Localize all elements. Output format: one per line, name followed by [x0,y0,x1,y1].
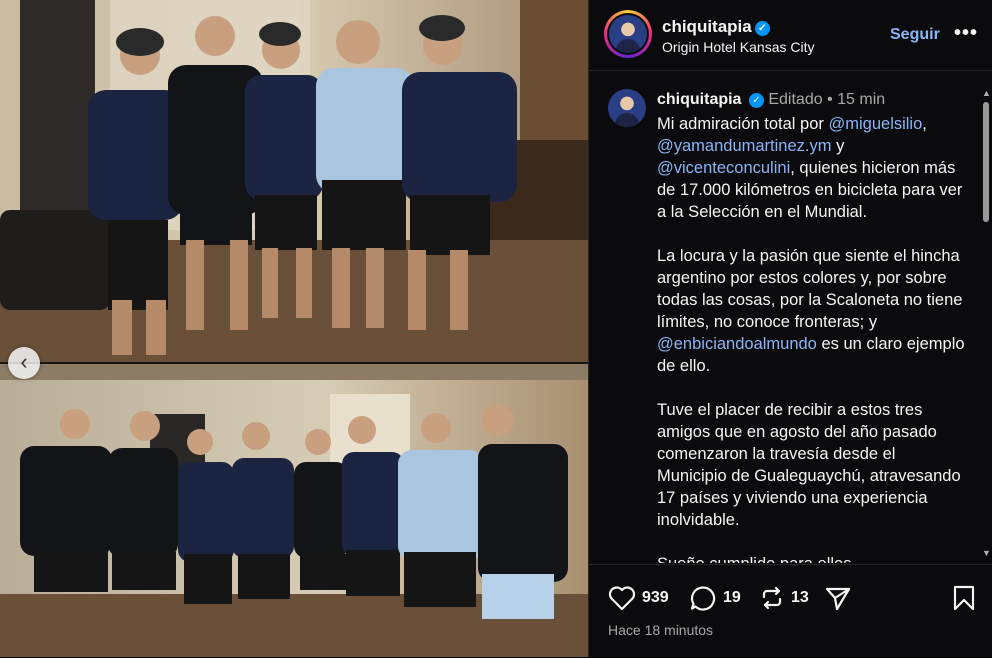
post-media: ‹ [0,0,588,657]
caption-text-segment: La locura y la pasión que siente el hinc… [657,247,963,331]
post-header: chiquitapia ✓ Origin Hotel Kansas City Se… [589,0,992,71]
photo-group-top [0,0,588,362]
scrollbar[interactable]: ▲ ▼ [981,88,991,560]
repost-action[interactable]: 13 [759,585,809,611]
chevron-left-icon[interactable]: ‹ [8,347,40,379]
post-location[interactable]: Origin Hotel Kansas City [662,39,815,55]
heart-icon[interactable] [608,585,636,611]
send-icon[interactable] [824,585,852,611]
bookmark-icon[interactable] [952,585,976,611]
caption-text-segment: Sueño cumplido para ellos... [657,555,865,563]
scroll-up-arrow-icon[interactable]: ▲ [982,88,991,98]
caption-paragraph: La locura y la pasión que siente el hinc… [657,245,967,377]
avatar-border [607,13,649,55]
post-actions: 939 19 13 Hace 18 minutos [589,564,992,658]
author-username[interactable]: chiquitapia ✓ [662,17,770,37]
share-action[interactable] [824,585,852,611]
caption-time[interactable]: 15 min [837,91,885,108]
mention-link[interactable]: @yamandumartinez.ym [657,137,831,155]
caption-text-segment: , [922,115,927,133]
follow-button[interactable]: Seguir [890,26,940,44]
comment-bubble-icon[interactable] [689,585,717,611]
like-count[interactable]: 939 [642,589,669,607]
caption-area: chiquitapia ✓ Editado • 15 min Mi admira… [589,71,992,563]
comment-count[interactable]: 19 [723,589,741,607]
scroll-thumb[interactable] [983,102,989,222]
caption-avatar[interactable] [608,89,646,127]
repost-count[interactable]: 13 [791,589,809,607]
caption-text-segment: Mi admiración total por [657,115,829,133]
scroll-down-arrow-icon[interactable]: ▼ [982,548,991,558]
mention-link[interactable]: @vicenteconculini [657,159,790,177]
verified-badge-icon: ✓ [754,21,770,36]
save-action[interactable] [952,585,976,611]
post-time-ago[interactable]: Hace 18 minutos [608,622,713,638]
like-action[interactable]: 939 [608,585,669,611]
caption-text-segment: y [831,137,845,155]
avatar [609,15,647,53]
mention-link[interactable]: @enbiciandoalmundo [657,335,817,353]
caption-paragraph: Tuve el placer de recibir a estos tres a… [657,399,967,531]
post-side-panel: chiquitapia ✓ Origin Hotel Kansas City Se… [588,0,992,657]
caption-username[interactable]: chiquitapia [657,91,741,108]
author-username-text[interactable]: chiquitapia [662,17,752,36]
verified-badge-icon: ✓ [748,93,764,108]
caption-paragraph: Mi admiración total por @miguelsilio, @y… [657,113,967,223]
edited-label: Editado [768,91,823,108]
caption-text: Mi admiración total por @miguelsilio, @y… [657,113,967,563]
mention-link[interactable]: @miguelsilio [829,115,923,133]
photo-group-bottom [0,364,588,657]
comment-action[interactable]: 19 [689,585,741,611]
caption-meta: chiquitapia ✓ Editado • 15 min [657,91,885,109]
more-options-icon[interactable]: ••• [954,22,978,45]
caption-text-segment: Tuve el placer de recibir a estos tres a… [657,401,961,529]
caption-paragraph: Sueño cumplido para ellos... [657,553,967,563]
repost-icon[interactable] [759,585,785,611]
story-ring[interactable] [604,10,652,58]
meta-separator: • [827,91,833,108]
